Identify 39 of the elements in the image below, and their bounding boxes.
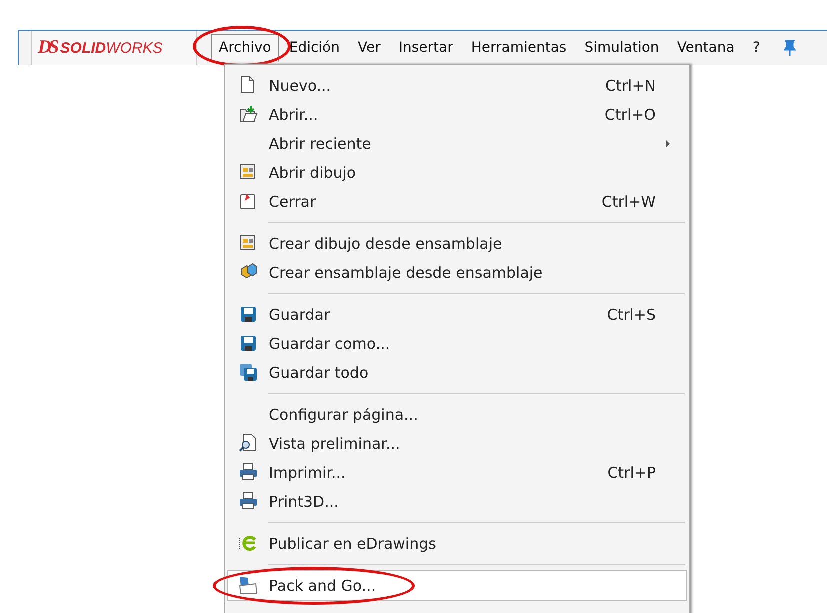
menu-bar-item[interactable]: Insertar (390, 34, 462, 62)
edraw-icon (238, 534, 258, 553)
menu-bar-item[interactable]: ? (744, 34, 768, 62)
preview-icon (238, 434, 258, 453)
logo-text: SOLIDWORKS (60, 40, 163, 56)
printer-icon (238, 463, 258, 482)
menu-item[interactable]: Cerrar Ctrl+W (228, 187, 686, 216)
menu-item[interactable]: Crear ensamblaje desde ensamblaje (228, 258, 686, 287)
menu-item[interactable]: Crear dibujo desde ensamblaje (228, 229, 686, 258)
menu-item[interactable]: Vista preliminar... (228, 429, 686, 458)
printer-icon (238, 492, 258, 511)
close-icon (238, 192, 258, 211)
menu-bar-item[interactable]: Ventana (669, 34, 743, 62)
menu-item[interactable]: Pack and Go... (228, 571, 686, 600)
menu-bar-item[interactable]: Herramientas (463, 34, 575, 62)
menu-item[interactable]: Guardar Ctrl+S (228, 300, 686, 329)
logo-mark: DS (38, 37, 56, 59)
menu-bar-item[interactable]: Simulation (576, 34, 668, 62)
menu-item[interactable]: Publicar en eDrawings (228, 529, 686, 558)
menu-item[interactable]: Imprimir... Ctrl+P (228, 458, 686, 487)
menu-item[interactable]: Abrir... Ctrl+O (228, 100, 686, 129)
menu-item[interactable]: Abrir dibujo (228, 158, 686, 187)
disks-icon (238, 363, 258, 382)
menu-item[interactable]: Guardar como... (228, 329, 686, 358)
menu-item[interactable]: Configurar página... (228, 400, 686, 429)
menu-item[interactable]: Print3D... (228, 487, 686, 516)
menu-item[interactable]: Abrir reciente (228, 129, 686, 158)
box-icon (238, 576, 258, 595)
submenu-arrow-icon (666, 140, 670, 148)
menu-item[interactable]: Guardar todo (228, 358, 686, 387)
menu-bar-item[interactable]: Ver (350, 34, 389, 62)
open-icon (238, 105, 258, 124)
menu-bar-item[interactable]: Edición (281, 34, 348, 62)
menu-bar-item[interactable]: Archivo (211, 34, 280, 62)
drawing-icon (238, 163, 258, 182)
menu-item[interactable]: Nuevo... Ctrl+N (228, 71, 686, 100)
drawing-icon (238, 234, 258, 253)
page-icon (238, 76, 258, 95)
pin-icon[interactable] (784, 40, 796, 56)
